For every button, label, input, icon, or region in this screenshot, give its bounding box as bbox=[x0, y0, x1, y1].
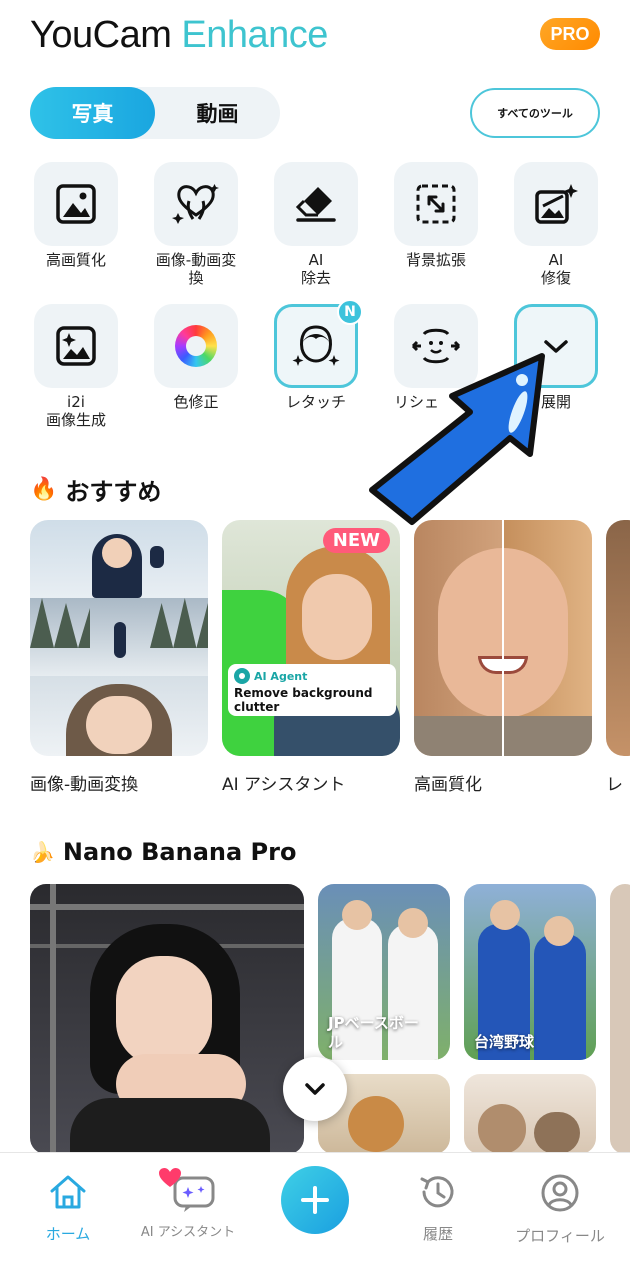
app-logo: YouCam Enhance bbox=[30, 14, 328, 57]
nano-banana-title: Nano Banana Pro bbox=[62, 838, 297, 866]
tool-ai-remove[interactable]: AI 除去 bbox=[274, 162, 358, 287]
tool-label: 画像-動画変換 bbox=[155, 251, 237, 287]
scaffold-lines bbox=[30, 904, 304, 910]
all-tools-button[interactable]: すべてのツール bbox=[470, 88, 600, 138]
tool-enhance-box[interactable] bbox=[34, 162, 118, 246]
recommended-section-title: 🔥 おすすめ bbox=[30, 472, 161, 507]
tool-ai-restore[interactable]: AI 修復 bbox=[514, 162, 598, 287]
pro-badge[interactable]: PRO bbox=[540, 18, 600, 50]
tool-label: 背景拡張 bbox=[405, 251, 466, 269]
heart-icon bbox=[159, 1168, 181, 1187]
home-icon bbox=[50, 1175, 86, 1209]
recommended-title: おすすめ bbox=[65, 478, 162, 506]
color-wheel-icon bbox=[175, 325, 217, 367]
tool-enhance[interactable]: 高画質化 bbox=[34, 162, 118, 269]
person-face bbox=[302, 574, 372, 660]
fire-icon: 🔥 bbox=[30, 477, 58, 502]
tool-bg-expand[interactable]: 背景拡張 bbox=[394, 162, 478, 269]
card-label: AI アシスタント bbox=[222, 775, 346, 795]
tool-retouch[interactable]: N レタッチ bbox=[274, 299, 363, 411]
winter-photo-top bbox=[30, 520, 208, 598]
nano-card-cats[interactable] bbox=[464, 1074, 596, 1154]
media-toggle: 写真 動画 bbox=[30, 87, 280, 139]
compare-divider[interactable] bbox=[502, 520, 504, 756]
nano-card-caption: 台湾野球 bbox=[474, 1033, 535, 1051]
card-label: レ bbox=[606, 775, 623, 795]
nano-card-taiwan-baseball[interactable]: 台湾野球 bbox=[464, 884, 596, 1060]
tool-label: AI 修復 bbox=[540, 251, 571, 287]
ai-agent-callout: AI Agent Remove background clutter bbox=[228, 664, 396, 716]
tool-image-to-video-box[interactable] bbox=[154, 162, 238, 246]
tool-label: レタッチ bbox=[285, 393, 346, 411]
tab-photo[interactable]: 写真 bbox=[30, 87, 155, 139]
expand-icon bbox=[416, 184, 456, 224]
tool-color-correct[interactable]: 色修正 bbox=[154, 304, 238, 411]
nav-history-label: 履歴 bbox=[422, 1225, 453, 1243]
nav-ai-assistant-label: AI アシスタント bbox=[140, 1225, 236, 1240]
winter-photo-middle bbox=[30, 598, 208, 676]
new-badge: NEW bbox=[322, 528, 390, 553]
ai-agent-tag: AI Agent bbox=[234, 668, 390, 684]
tool-label: i2i 画像生成 bbox=[45, 393, 106, 429]
image-sparkle-icon bbox=[56, 326, 96, 366]
tool-image-to-video[interactable]: 画像-動画変換 bbox=[154, 162, 238, 287]
card-partial[interactable] bbox=[606, 520, 630, 756]
nano-card-caption: JPベースボー ル bbox=[328, 1014, 419, 1051]
tool-ai-remove-box[interactable] bbox=[274, 162, 358, 246]
nav-profile-label: プロフィール bbox=[515, 1227, 605, 1245]
tool-retouch-box[interactable]: N bbox=[274, 299, 363, 388]
tool-bg-expand-box[interactable] bbox=[394, 162, 478, 246]
winter-photo-bottom bbox=[30, 676, 208, 756]
restore-sparkle-icon bbox=[535, 184, 578, 224]
nano-banana-section-title: 🍌 Nano Banana Pro bbox=[30, 838, 296, 866]
nav-home-label: ホーム bbox=[45, 1225, 91, 1243]
chevron-down-icon bbox=[305, 1083, 325, 1095]
card-image-to-video[interactable] bbox=[30, 520, 208, 756]
nano-card-main[interactable] bbox=[30, 884, 304, 1154]
card-label: 高画質化 bbox=[414, 775, 482, 795]
card-enhance[interactable] bbox=[414, 520, 592, 756]
eraser-icon bbox=[295, 187, 336, 222]
nav-home[interactable]: ホーム bbox=[8, 1173, 128, 1244]
card-ai-assistant[interactable]: NEW AI Agent Remove background clutter bbox=[222, 520, 400, 756]
person-face bbox=[116, 956, 212, 1066]
tool-i2i[interactable]: i2i 画像生成 bbox=[34, 304, 118, 429]
create-plus-button[interactable] bbox=[281, 1166, 349, 1234]
tool-label: 色修正 bbox=[173, 393, 219, 411]
nano-card-jp-baseball[interactable]: JPベースボー ル bbox=[318, 884, 450, 1060]
heart-hands-icon bbox=[172, 184, 219, 224]
logo-part2: Enhance bbox=[181, 14, 328, 56]
person-top bbox=[70, 1098, 270, 1154]
plus-icon bbox=[301, 1186, 329, 1214]
tool-label: 高画質化 bbox=[45, 251, 106, 269]
tool-ai-restore-box[interactable] bbox=[514, 162, 598, 246]
tool-color-correct-box[interactable] bbox=[154, 304, 238, 388]
face-sparkle-icon bbox=[292, 325, 340, 366]
nav-history[interactable]: 履歴 bbox=[378, 1173, 498, 1244]
card-label: 画像-動画変換 bbox=[30, 775, 139, 795]
scroll-down-button[interactable] bbox=[283, 1057, 347, 1121]
logo-part1: YouCam bbox=[30, 14, 172, 56]
image-icon bbox=[56, 184, 96, 224]
new-n-badge: N bbox=[337, 299, 363, 325]
eye-icon bbox=[234, 668, 250, 684]
banana-icon: 🍌 bbox=[30, 840, 55, 864]
tool-i2i-box[interactable] bbox=[34, 304, 118, 388]
bottom-nav: ホーム AI アシスタント 履歴 プロフィール bbox=[0, 1152, 630, 1280]
ai-agent-text: Remove background clutter bbox=[234, 686, 373, 714]
nav-ai-assistant[interactable]: AI アシスタント bbox=[128, 1168, 248, 1240]
pointer-arrow-icon bbox=[369, 353, 545, 525]
tool-label: AI 除去 bbox=[300, 251, 331, 287]
nav-profile[interactable]: プロフィール bbox=[500, 1173, 620, 1246]
tab-video[interactable]: 動画 bbox=[155, 87, 280, 139]
profile-icon bbox=[541, 1174, 579, 1212]
nano-card-partial[interactable] bbox=[610, 884, 630, 1154]
history-icon bbox=[420, 1176, 454, 1208]
